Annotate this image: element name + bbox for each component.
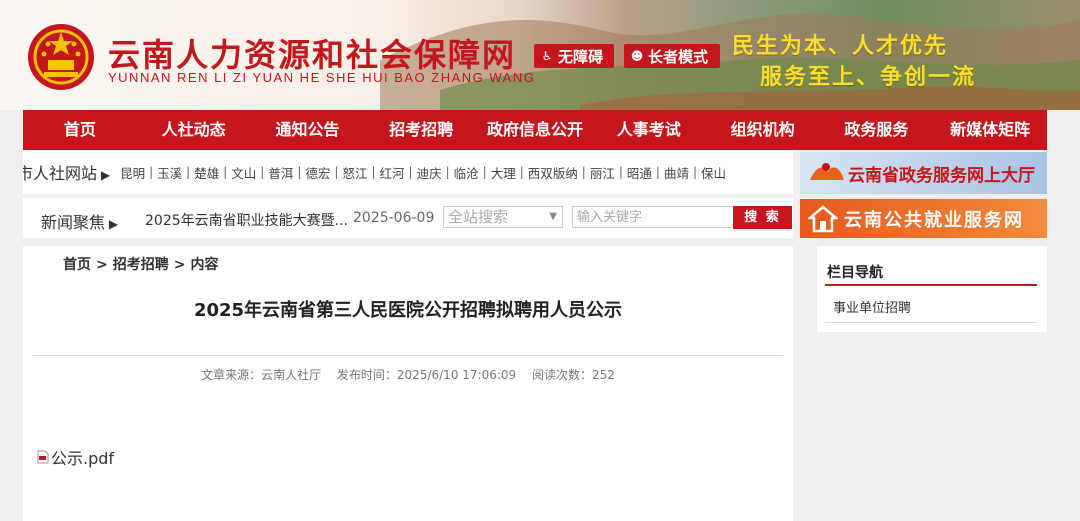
pdf-file-icon	[37, 450, 49, 464]
nav-item-home[interactable]: 首页	[23, 110, 137, 150]
elder-mode-label: 长者模式	[648, 47, 709, 66]
accessibility-button[interactable]: ♿ 无障碍	[534, 44, 614, 68]
city-sites-bar: 州市人社网站 ▶ 昆明| 玉溪| 楚雄| 文山| 普洱| 德宏| 怒江| 红河|…	[23, 150, 793, 194]
gov-service-banner[interactable]: 云南省政务服务网上大厅	[800, 152, 1047, 194]
column-nav-sidebar: 栏目导航 事业单位招聘	[817, 246, 1047, 332]
arrow-right-icon: ▶	[97, 168, 111, 182]
breadcrumb-recruitment[interactable]: 招考招聘	[113, 257, 169, 273]
nav-item-organization[interactable]: 组织机构	[706, 110, 820, 150]
news-date: 2025-06-09	[353, 210, 435, 226]
elder-icon: ☻	[630, 49, 644, 63]
city-link[interactable]: 文山	[231, 163, 256, 182]
public-employment-banner-text: 云南公共就业服务网	[844, 209, 1024, 231]
slogan-line-2: 服务至上、争创一流	[760, 65, 977, 90]
city-link[interactable]: 红河	[380, 163, 405, 182]
breadcrumb-home[interactable]: 首页	[63, 257, 91, 273]
sidebar-item-public-institution-recruitment[interactable]: 事业单位招聘	[833, 297, 911, 316]
nav-item-services[interactable]: 政务服务	[819, 110, 933, 150]
elder-mode-button[interactable]: ☻ 长者模式	[624, 44, 720, 68]
nav-item-gov-info[interactable]: 政府信息公开	[478, 110, 592, 150]
city-link[interactable]: 玉溪	[157, 163, 182, 182]
nav-item-news[interactable]: 人社动态	[137, 110, 251, 150]
slogan-line-1: 民生为本、人才优先	[732, 34, 949, 59]
breadcrumb-current: 内容	[190, 257, 219, 273]
gov-service-logo-icon	[810, 163, 844, 180]
site-subtitle: YUNNAN REN LI ZI YUAN HE SHE HUI BAO ZHA…	[108, 70, 536, 85]
news-headline-link[interactable]: 2025年云南省职业技能大赛暨...	[145, 210, 348, 230]
divider	[33, 355, 783, 356]
article-views: 阅读次数：252	[532, 368, 615, 382]
city-link[interactable]: 保山	[701, 163, 726, 182]
news-search-bar: 新闻聚焦 ▶ 2025年云南省职业技能大赛暨... 2025-06-09 全站搜…	[23, 198, 793, 238]
chevron-down-icon: ▼	[549, 211, 557, 222]
article-publish-time: 发布时间：2025/6/10 17:06:09	[336, 368, 517, 382]
nav-item-recruitment[interactable]: 招考招聘	[364, 110, 478, 150]
city-link[interactable]: 曲靖	[664, 163, 689, 182]
article-panel: 首页 > 招考招聘 > 内容 2025年云南省第三人民医院公开招聘拟聘用人员公示 文章来…	[23, 246, 793, 521]
sidebar-heading-underline	[825, 284, 1037, 286]
city-link[interactable]: 丽江	[590, 163, 615, 182]
sidebar-heading: 栏目导航	[827, 265, 883, 281]
nav-item-notices[interactable]: 通知公告	[251, 110, 365, 150]
city-link[interactable]: 昭通	[627, 163, 652, 182]
gov-service-banner-text: 云南省政务服务网上大厅	[848, 165, 1035, 186]
city-link[interactable]: 迪庆	[417, 163, 442, 182]
employment-logo-icon	[808, 204, 838, 232]
article-source: 文章来源：云南人社厅	[201, 368, 322, 382]
search-button[interactable]: 搜 索	[733, 206, 792, 229]
wheelchair-icon: ♿	[541, 49, 553, 63]
attachment-filename: 公示.pdf	[51, 449, 115, 468]
accessibility-label: 无障碍	[558, 47, 604, 66]
city-link[interactable]: 普洱	[268, 163, 293, 182]
city-link[interactable]: 德宏	[305, 163, 330, 182]
news-focus-label: 新闻聚焦 ▶	[41, 213, 119, 232]
city-link[interactable]: 临沧	[454, 163, 479, 182]
public-employment-banner[interactable]: 云南公共就业服务网	[800, 199, 1047, 238]
article-meta: 文章来源：云南人社厅 发布时间：2025/6/10 17:06:09 阅读次数：…	[23, 366, 793, 383]
main-nav: 首页 人社动态 通知公告 招考招聘 政府信息公开 人事考试 组织机构 政务服务 …	[23, 110, 1047, 150]
city-sites-label: 州市人社网站 ▶	[23, 164, 111, 183]
nav-item-media[interactable]: 新媒体矩阵	[933, 110, 1047, 150]
divider	[825, 322, 1037, 323]
nav-item-exams[interactable]: 人事考试	[592, 110, 706, 150]
arrow-right-icon: ▶	[105, 217, 119, 231]
city-link[interactable]: 楚雄	[194, 163, 219, 182]
city-link[interactable]: 西双版纳	[528, 163, 578, 182]
article-title: 2025年云南省第三人民医院公开招聘拟聘用人员公示	[193, 300, 623, 321]
search-scope-select[interactable]: 全站搜索 ▼	[443, 206, 563, 228]
city-link[interactable]: 怒江	[342, 163, 367, 182]
site-header: 云南人力资源和社会保障网 YUNNAN REN LI ZI YUAN HE SH…	[0, 0, 1080, 110]
national-emblem-icon	[28, 24, 94, 90]
breadcrumb: 首页 > 招考招聘 > 内容	[63, 257, 219, 273]
attachment-link[interactable]: 公示.pdf	[37, 445, 114, 469]
search-input[interactable]	[572, 206, 734, 228]
city-link[interactable]: 昆明	[120, 163, 145, 182]
city-link[interactable]: 大理	[491, 163, 516, 182]
